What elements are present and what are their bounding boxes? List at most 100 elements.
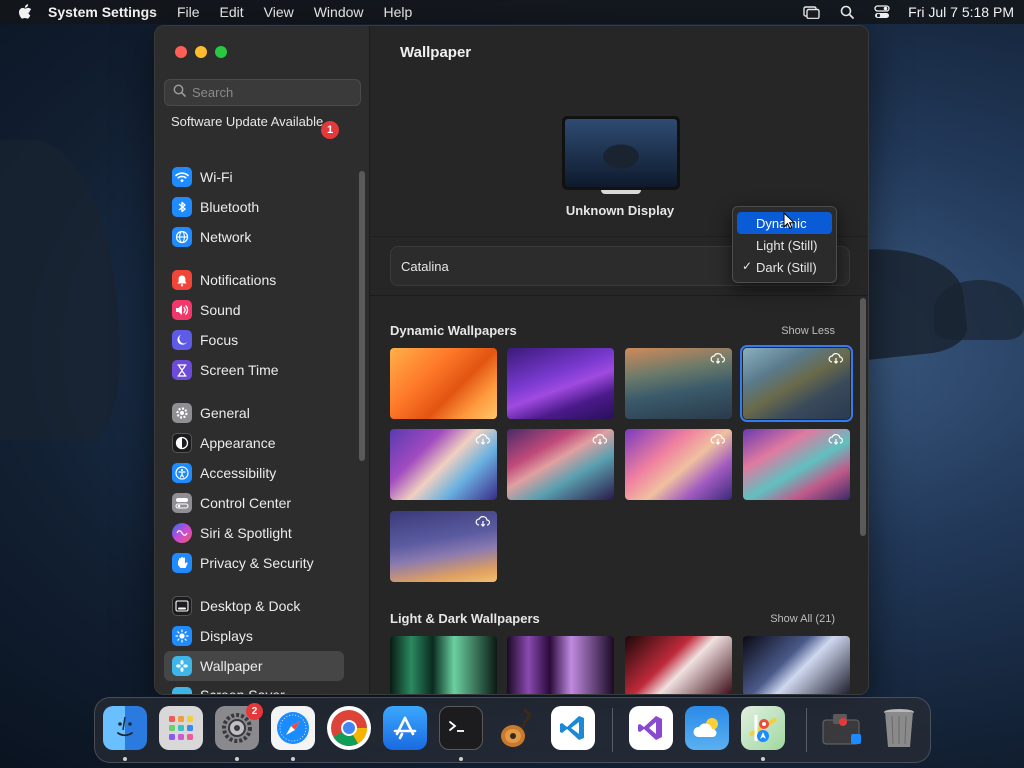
sidebar-item-label: Bluetooth <box>200 199 260 215</box>
menu-clock[interactable]: Fri Jul 7 5:18 PM <box>908 4 1014 20</box>
sidebar-item-accessibility[interactable]: Accessibility <box>164 458 344 488</box>
running-indicator <box>291 757 295 761</box>
sidebar-item-screen-time[interactable]: Screen Time <box>164 355 344 385</box>
search-input[interactable] <box>192 85 352 100</box>
desktop-island <box>934 280 1024 340</box>
menu-file[interactable]: File <box>177 4 200 20</box>
accessibility-icon <box>172 463 192 483</box>
sidebar-item-desktop-dock[interactable]: Desktop & Dock <box>164 591 344 621</box>
visual-studio-icon[interactable] <box>629 706 673 750</box>
gear-icon <box>172 403 192 423</box>
safari-icon[interactable] <box>271 706 315 750</box>
sidebar-item-network[interactable]: Network <box>164 222 344 252</box>
wallpaper-thumb-red-abstract[interactable] <box>625 636 732 694</box>
wallpaper-thumb-illustrated-5[interactable] <box>390 511 497 582</box>
flower-icon <box>172 656 192 676</box>
trash-icon[interactable] <box>877 706 921 750</box>
launchpad-icon[interactable] <box>159 706 203 750</box>
wallpaper-thumb-monterey[interactable] <box>507 348 614 419</box>
wallpaper-thumb-illustrated-3[interactable] <box>625 429 732 500</box>
window-controls <box>175 46 227 58</box>
sidebar-item-label: Accessibility <box>200 465 277 481</box>
maps-icon[interactable] <box>741 706 785 750</box>
wallpaper-thumb-big-sur-coast[interactable] <box>625 348 732 419</box>
spotlight-search-icon[interactable] <box>838 5 855 19</box>
download-cloud-icon <box>710 353 726 364</box>
weather-icon[interactable] <box>685 706 729 750</box>
wallpaper-thumb-illustrated-1[interactable] <box>390 429 497 500</box>
minimize-window-button[interactable] <box>195 46 207 58</box>
sidebar-item-notifications[interactable]: Notifications <box>164 265 344 295</box>
sidebar-item-label: Network <box>200 229 252 245</box>
sidebar-item-control-center[interactable]: Control Center <box>164 488 344 518</box>
vscode-icon[interactable] <box>551 706 595 750</box>
sidebar-item-displays[interactable]: Displays <box>164 621 344 651</box>
control-center-icon[interactable] <box>873 5 890 19</box>
sidebar-item-screen-saver[interactable]: Screen Saver <box>164 681 344 694</box>
show-all-button[interactable]: Show All (21) <box>770 613 835 625</box>
screen-mirroring-icon[interactable] <box>803 5 820 19</box>
sidebar-item-label: Siri & Spotlight <box>200 525 292 541</box>
menu-edit[interactable]: Edit <box>220 4 244 20</box>
sun-icon <box>172 626 192 646</box>
running-indicator <box>459 757 463 761</box>
wallpaper-thumb-blue-abstract[interactable] <box>743 636 850 694</box>
wallpaper-thumb-illustrated-2[interactable] <box>507 429 614 500</box>
sidebar-item-siri-spotlight[interactable]: Siri & Spotlight <box>164 518 344 548</box>
hourglass-icon <box>172 360 192 380</box>
sidebar-item-focus[interactable]: Focus <box>164 325 344 355</box>
sidebar-item-sound[interactable]: Sound <box>164 295 344 325</box>
wallpaper-thumb-ventura[interactable] <box>390 348 497 419</box>
section-title: Dynamic Wallpapers <box>390 323 517 338</box>
light-dark-wallpapers-header: Light & Dark Wallpapers Show All (21) <box>390 611 835 626</box>
notification-badge: 2 <box>246 703 263 720</box>
download-cloud-icon <box>592 434 608 445</box>
content-scrollbar[interactable] <box>860 298 866 536</box>
dock-separator <box>806 708 807 752</box>
chrome-icon[interactable] <box>327 706 371 750</box>
sidebar-item-privacy-security[interactable]: Privacy & Security <box>164 548 344 578</box>
menu-option-light-still[interactable]: Light (Still) <box>737 234 832 256</box>
menu-view[interactable]: View <box>264 4 294 20</box>
downloads-icon[interactable] <box>819 706 863 750</box>
terminal-icon[interactable] <box>439 706 483 750</box>
zoom-window-button[interactable] <box>215 46 227 58</box>
display-stand <box>601 190 641 194</box>
wallpaper-thumb-illustrated-4[interactable] <box>743 429 850 500</box>
wallpaper-thumb-imac-green[interactable] <box>390 636 497 694</box>
menu-app-name[interactable]: System Settings <box>48 4 157 20</box>
app-store-icon[interactable] <box>383 706 427 750</box>
show-less-button[interactable]: Show Less <box>781 325 835 337</box>
sidebar-item-label: Wi-Fi <box>200 169 233 185</box>
nav-group-system: General Appearance Accessibility Control… <box>164 398 344 578</box>
sidebar-item-label: Desktop & Dock <box>200 598 301 614</box>
wallpaper-thumb-catalina[interactable] <box>740 345 853 422</box>
sidebar-item-bluetooth[interactable]: Bluetooth <box>164 192 344 222</box>
sidebar-item-appearance[interactable]: Appearance <box>164 428 344 458</box>
download-cloud-icon <box>828 434 844 445</box>
download-cloud-icon <box>828 353 844 364</box>
sidebar-item-label: General <box>200 405 250 421</box>
sidebar-item-wallpaper[interactable]: Wallpaper <box>164 651 344 681</box>
menu-help[interactable]: Help <box>384 4 413 20</box>
sidebar-scrollbar[interactable] <box>359 171 365 461</box>
appearance-icon <box>172 433 192 453</box>
sidebar-item-label: Appearance <box>200 435 276 451</box>
menu-window[interactable]: Window <box>314 4 364 20</box>
sidebar-item-general[interactable]: General <box>164 398 344 428</box>
sidebar-item-wifi[interactable]: Wi-Fi <box>164 162 344 192</box>
hand-icon <box>172 553 192 573</box>
download-cloud-icon <box>475 516 491 527</box>
search-field[interactable] <box>164 79 361 106</box>
bell-icon <box>172 270 192 290</box>
wallpaper-thumb-imac-purple[interactable] <box>507 636 614 694</box>
close-window-button[interactable] <box>175 46 187 58</box>
menu-option-dark-still[interactable]: ✓ Dark (Still) <box>737 256 832 278</box>
apple-menu-icon[interactable] <box>18 4 34 20</box>
sidebar-item-label: Focus <box>200 332 239 348</box>
globe-icon <box>172 227 192 247</box>
running-indicator <box>761 757 765 761</box>
running-indicator <box>123 757 127 761</box>
finder-icon[interactable] <box>103 706 147 750</box>
garageband-icon[interactable] <box>495 706 539 750</box>
